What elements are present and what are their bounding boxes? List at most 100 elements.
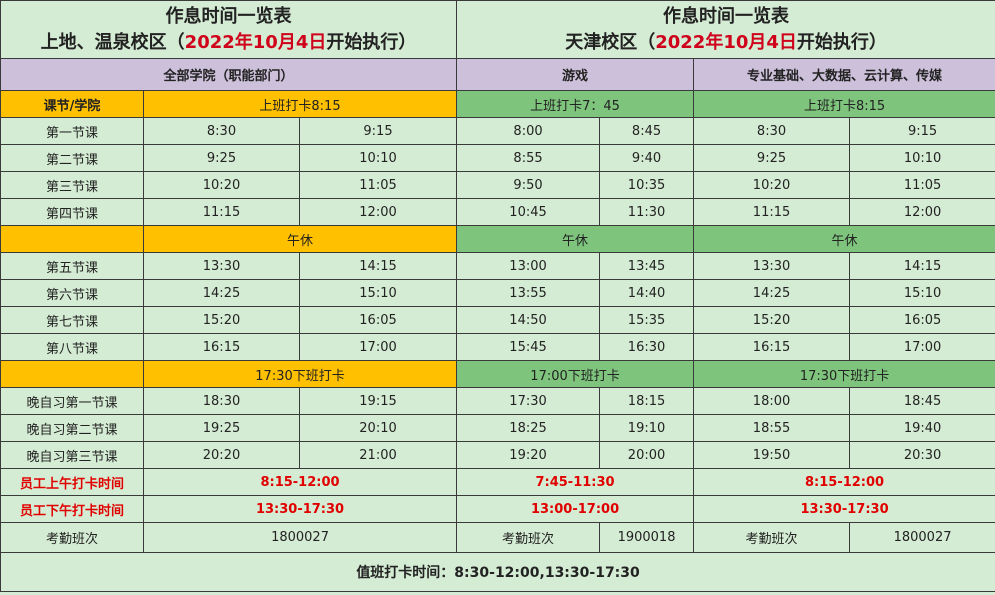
major-start-time: 18:00 <box>693 387 851 415</box>
major-end-time: 16:05 <box>849 306 995 334</box>
clock-out-row: 17:30下班打卡 17:00下班打卡 17:30下班打卡 <box>0 360 995 388</box>
clock-in-row-label: 课节/学院 <box>0 90 144 118</box>
major-start-time: 10:20 <box>693 171 851 199</box>
game-end-time: 19:10 <box>599 414 695 442</box>
all-start-time: 20:20 <box>143 441 300 469</box>
major-end-time: 9:15 <box>849 117 995 145</box>
major-start-time: 18:55 <box>693 414 851 442</box>
table-row: 晚自习第二节课 19:25 20:10 18:25 19:10 18:55 19:40 <box>0 414 995 442</box>
staff-am-row: 员工上午打卡时间 8:15-12:00 7:45-11:30 8:15-12:00 <box>0 468 995 496</box>
all-end-time: 16:05 <box>298 306 458 334</box>
major-end-time: 11:05 <box>849 171 995 199</box>
all-start-time: 11:15 <box>143 198 300 226</box>
duty-clock-time: 值班打卡时间：8:30-12:00,13:30-17:30 <box>0 552 995 592</box>
period-label: 第一节课 <box>0 117 144 145</box>
period-label: 第三节课 <box>0 171 144 199</box>
all-start-time: 10:20 <box>143 171 300 199</box>
staff-am-row-game: 7:45-11:30 <box>456 468 695 496</box>
table-row: 第一节课 8:30 9:15 8:00 8:45 8:30 9:15 <box>0 117 995 145</box>
all-end-time: 15:10 <box>298 279 458 307</box>
title-left-line2: 上地、温泉校区（2022年10月4日开始执行） <box>2 30 456 56</box>
campus-left: 上地、温泉校区（ <box>40 31 185 53</box>
period-label: 晚自习第三节课 <box>0 441 144 469</box>
table-row: 晚自习第三节课 20:20 21:00 19:20 20:00 19:50 20:30 <box>0 441 995 469</box>
lunch-row-all: 午休 <box>142 225 458 253</box>
major-end-time: 12:00 <box>849 198 995 226</box>
all-end-time: 10:10 <box>298 144 458 172</box>
all-end-time: 21:00 <box>298 441 458 469</box>
title-row: 作息时间一览表 上地、温泉校区（2022年10月4日开始执行） 作息时间一览表 … <box>0 0 995 59</box>
table-row: 第七节课 15:20 16:05 14:50 15:35 15:20 16:05 <box>0 306 995 334</box>
period-label: 第五节课 <box>0 252 144 280</box>
staff-pm-row-major: 13:30-17:30 <box>693 495 995 523</box>
attendance-game-label: 考勤班次 <box>456 522 601 553</box>
game-start-time: 8:00 <box>456 117 601 145</box>
period-label: 第六节课 <box>0 279 144 307</box>
all-start-time: 16:15 <box>143 333 300 361</box>
clock-out-row-major: 17:30下班打卡 <box>693 360 995 388</box>
table-row: 第六节课 14:25 15:10 13:55 14:40 14:25 15:10 <box>0 279 995 307</box>
clock-in-row: 课节/学院 上班打卡8:15 上班打卡7：45 上班打卡8:15 <box>0 90 995 118</box>
header-major: 专业基础、大数据、云计算、传媒 <box>693 58 995 91</box>
attendance-row: 考勤班次 1800027 考勤班次 1900018 考勤班次 1800027 <box>0 522 995 553</box>
staff-pm-row-game: 13:00-17:00 <box>456 495 695 523</box>
attendance-game-code: 1900018 <box>599 522 695 553</box>
all-start-time: 8:30 <box>143 117 300 145</box>
period-label: 晚自习第二节课 <box>0 414 144 442</box>
staff-am-row-label: 员工上午打卡时间 <box>0 468 144 496</box>
title-left-line1: 作息时间一览表 <box>165 5 292 27</box>
all-start-time: 19:25 <box>143 414 300 442</box>
game-start-time: 14:50 <box>456 306 601 334</box>
game-end-time: 18:15 <box>599 387 695 415</box>
lunch-row: 午休 午休 午休 <box>0 225 995 253</box>
period-label: 第七节课 <box>0 306 144 334</box>
lunch-row-game: 午休 <box>456 225 695 253</box>
game-start-time: 10:45 <box>456 198 601 226</box>
major-end-time: 20:30 <box>849 441 995 469</box>
all-end-time: 20:10 <box>298 414 458 442</box>
lunch-row-major: 午休 <box>693 225 995 253</box>
major-start-time: 13:30 <box>693 252 851 280</box>
date-right: 2022年10月4日 <box>655 31 797 53</box>
major-start-time: 9:25 <box>693 144 851 172</box>
staff-am-row-all: 8:15-12:00 <box>142 468 458 496</box>
all-start-time: 18:30 <box>143 387 300 415</box>
schedule-table: 作息时间一览表 上地、温泉校区（2022年10月4日开始执行） 作息时间一览表 … <box>0 0 995 592</box>
start-left: 开始执行） <box>326 31 417 53</box>
game-end-time: 14:40 <box>599 279 695 307</box>
clock-out-row-game: 17:00下班打卡 <box>456 360 695 388</box>
table-row: 第四节课 11:15 12:00 10:45 11:30 11:15 12:00 <box>0 198 995 226</box>
clock-in-row-all: 上班打卡8:15 <box>142 90 458 118</box>
all-start-time: 15:20 <box>143 306 300 334</box>
game-start-time: 9:50 <box>456 171 601 199</box>
all-end-time: 17:00 <box>298 333 458 361</box>
game-start-time: 13:00 <box>456 252 601 280</box>
game-start-time: 8:55 <box>456 144 601 172</box>
game-start-time: 18:25 <box>456 414 601 442</box>
all-end-time: 14:15 <box>298 252 458 280</box>
campus-right: 天津校区（ <box>565 31 656 53</box>
major-start-time: 16:15 <box>693 333 851 361</box>
header-all: 全部学院（职能部门） <box>0 58 458 91</box>
title-left: 作息时间一览表 上地、温泉校区（2022年10月4日开始执行） <box>0 0 458 59</box>
game-end-time: 16:30 <box>599 333 695 361</box>
date-left: 2022年10月4日 <box>184 31 327 53</box>
major-start-time: 11:15 <box>693 198 851 226</box>
game-end-time: 20:00 <box>599 441 695 469</box>
title-right: 作息时间一览表 天津校区（2022年10月4日开始执行） <box>456 0 995 59</box>
clock-out-row-all: 17:30下班打卡 <box>142 360 458 388</box>
game-end-time: 13:45 <box>599 252 695 280</box>
clock-out-row-label <box>0 360 144 388</box>
game-end-time: 9:40 <box>599 144 695 172</box>
attendance-major-code: 1800027 <box>849 522 995 553</box>
attendance-major-label: 考勤班次 <box>693 522 851 553</box>
all-end-time: 11:05 <box>298 171 458 199</box>
major-end-time: 14:15 <box>849 252 995 280</box>
all-end-time: 9:15 <box>298 117 458 145</box>
all-start-time: 14:25 <box>143 279 300 307</box>
game-start-time: 17:30 <box>456 387 601 415</box>
period-label: 第四节课 <box>0 198 144 226</box>
start-right: 开始执行） <box>796 31 887 53</box>
table-row: 第五节课 13:30 14:15 13:00 13:45 13:30 14:15 <box>0 252 995 280</box>
clock-in-row-game: 上班打卡7：45 <box>456 90 695 118</box>
